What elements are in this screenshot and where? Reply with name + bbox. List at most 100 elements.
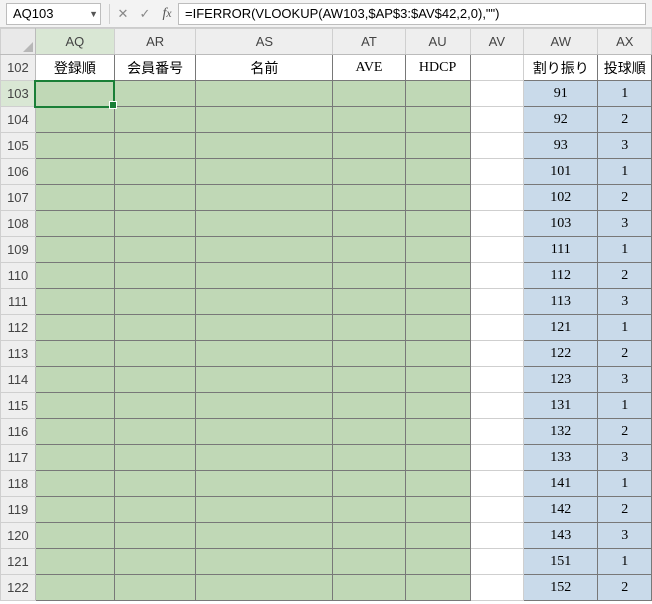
cell-AS117[interactable] bbox=[196, 445, 333, 471]
cell-AV113[interactable] bbox=[470, 341, 523, 367]
cell-AS110[interactable] bbox=[196, 263, 333, 289]
cell-AT111[interactable] bbox=[333, 289, 405, 315]
cell-AT113[interactable] bbox=[333, 341, 405, 367]
cell-AR113[interactable] bbox=[114, 341, 195, 367]
row-head-118[interactable]: 118 bbox=[1, 471, 36, 497]
cell-AR110[interactable] bbox=[114, 263, 195, 289]
cell-AQ110[interactable] bbox=[35, 263, 114, 289]
cell-AR118[interactable] bbox=[114, 471, 195, 497]
row-head-113[interactable]: 113 bbox=[1, 341, 36, 367]
row-head-109[interactable]: 109 bbox=[1, 237, 36, 263]
cell-AQ108[interactable] bbox=[35, 211, 114, 237]
row-head-112[interactable]: 112 bbox=[1, 315, 36, 341]
col-head-AR[interactable]: AR bbox=[114, 29, 195, 55]
cell-AU118[interactable] bbox=[405, 471, 470, 497]
cell-AS107[interactable] bbox=[196, 185, 333, 211]
cell-AW107[interactable]: 102 bbox=[524, 185, 598, 211]
cell-AS121[interactable] bbox=[196, 549, 333, 575]
cell-AW104[interactable]: 92 bbox=[524, 107, 598, 133]
cell-AW122[interactable]: 152 bbox=[524, 575, 598, 601]
cell-AW112[interactable]: 121 bbox=[524, 315, 598, 341]
cell-AQ102[interactable]: 登録順 bbox=[35, 55, 114, 81]
cell-AW120[interactable]: 143 bbox=[524, 523, 598, 549]
cell-AW117[interactable]: 133 bbox=[524, 445, 598, 471]
cell-AT109[interactable] bbox=[333, 237, 405, 263]
col-head-AS[interactable]: AS bbox=[196, 29, 333, 55]
cell-AU112[interactable] bbox=[405, 315, 470, 341]
formula-input[interactable]: =IFERROR(VLOOKUP(AW103,$AP$3:$AV$42,2,0)… bbox=[178, 3, 646, 25]
cell-AT103[interactable] bbox=[333, 81, 405, 107]
cell-AV114[interactable] bbox=[470, 367, 523, 393]
cell-AT112[interactable] bbox=[333, 315, 405, 341]
cell-AV112[interactable] bbox=[470, 315, 523, 341]
cell-AW103[interactable]: 91 bbox=[524, 81, 598, 107]
cell-AR103[interactable] bbox=[114, 81, 195, 107]
col-head-AU[interactable]: AU bbox=[405, 29, 470, 55]
cell-AW102[interactable]: 割り振り bbox=[524, 55, 598, 81]
row-head-114[interactable]: 114 bbox=[1, 367, 36, 393]
cell-AU105[interactable] bbox=[405, 133, 470, 159]
cell-AT117[interactable] bbox=[333, 445, 405, 471]
cell-AT107[interactable] bbox=[333, 185, 405, 211]
cell-AX102[interactable]: 投球順 bbox=[598, 55, 652, 81]
cell-AV108[interactable] bbox=[470, 211, 523, 237]
cell-AR107[interactable] bbox=[114, 185, 195, 211]
cell-AX115[interactable]: 1 bbox=[598, 393, 652, 419]
cell-AT119[interactable] bbox=[333, 497, 405, 523]
cell-AQ105[interactable] bbox=[35, 133, 114, 159]
enter-icon[interactable]: ✓ bbox=[134, 3, 156, 25]
cell-AR116[interactable] bbox=[114, 419, 195, 445]
cell-AT116[interactable] bbox=[333, 419, 405, 445]
cell-AW113[interactable]: 122 bbox=[524, 341, 598, 367]
cell-AV122[interactable] bbox=[470, 575, 523, 601]
cell-AQ118[interactable] bbox=[35, 471, 114, 497]
cell-AT120[interactable] bbox=[333, 523, 405, 549]
cell-AQ115[interactable] bbox=[35, 393, 114, 419]
cell-AR120[interactable] bbox=[114, 523, 195, 549]
cell-AV107[interactable] bbox=[470, 185, 523, 211]
row-head-119[interactable]: 119 bbox=[1, 497, 36, 523]
cell-AS120[interactable] bbox=[196, 523, 333, 549]
cell-AX118[interactable]: 1 bbox=[598, 471, 652, 497]
row-head-110[interactable]: 110 bbox=[1, 263, 36, 289]
cell-AQ120[interactable] bbox=[35, 523, 114, 549]
cell-AX112[interactable]: 1 bbox=[598, 315, 652, 341]
cell-AW105[interactable]: 93 bbox=[524, 133, 598, 159]
row-head-106[interactable]: 106 bbox=[1, 159, 36, 185]
cell-AW110[interactable]: 112 bbox=[524, 263, 598, 289]
cell-AV111[interactable] bbox=[470, 289, 523, 315]
cell-AT118[interactable] bbox=[333, 471, 405, 497]
cell-AW111[interactable]: 113 bbox=[524, 289, 598, 315]
cell-AQ116[interactable] bbox=[35, 419, 114, 445]
cell-AQ113[interactable] bbox=[35, 341, 114, 367]
cell-AR104[interactable] bbox=[114, 107, 195, 133]
cell-AV104[interactable] bbox=[470, 107, 523, 133]
cell-AX117[interactable]: 3 bbox=[598, 445, 652, 471]
cell-AU106[interactable] bbox=[405, 159, 470, 185]
name-box-dropdown-icon[interactable]: ▼ bbox=[89, 9, 98, 19]
cell-AS114[interactable] bbox=[196, 367, 333, 393]
cell-AT114[interactable] bbox=[333, 367, 405, 393]
cell-AS103[interactable] bbox=[196, 81, 333, 107]
cell-AU122[interactable] bbox=[405, 575, 470, 601]
cell-AX114[interactable]: 3 bbox=[598, 367, 652, 393]
cell-AX107[interactable]: 2 bbox=[598, 185, 652, 211]
cell-AU103[interactable] bbox=[405, 81, 470, 107]
cell-AS109[interactable] bbox=[196, 237, 333, 263]
cell-AX110[interactable]: 2 bbox=[598, 263, 652, 289]
cell-AU114[interactable] bbox=[405, 367, 470, 393]
cell-AS119[interactable] bbox=[196, 497, 333, 523]
cell-AS113[interactable] bbox=[196, 341, 333, 367]
cell-AV116[interactable] bbox=[470, 419, 523, 445]
cell-AX122[interactable]: 2 bbox=[598, 575, 652, 601]
cell-AT106[interactable] bbox=[333, 159, 405, 185]
cell-AS108[interactable] bbox=[196, 211, 333, 237]
col-head-AV[interactable]: AV bbox=[470, 29, 523, 55]
cell-AX121[interactable]: 1 bbox=[598, 549, 652, 575]
cell-AU110[interactable] bbox=[405, 263, 470, 289]
cell-AV121[interactable] bbox=[470, 549, 523, 575]
cell-AQ122[interactable] bbox=[35, 575, 114, 601]
cancel-icon[interactable]: ✕ bbox=[112, 3, 134, 25]
cell-AR102[interactable]: 会員番号 bbox=[114, 55, 195, 81]
cell-AS104[interactable] bbox=[196, 107, 333, 133]
